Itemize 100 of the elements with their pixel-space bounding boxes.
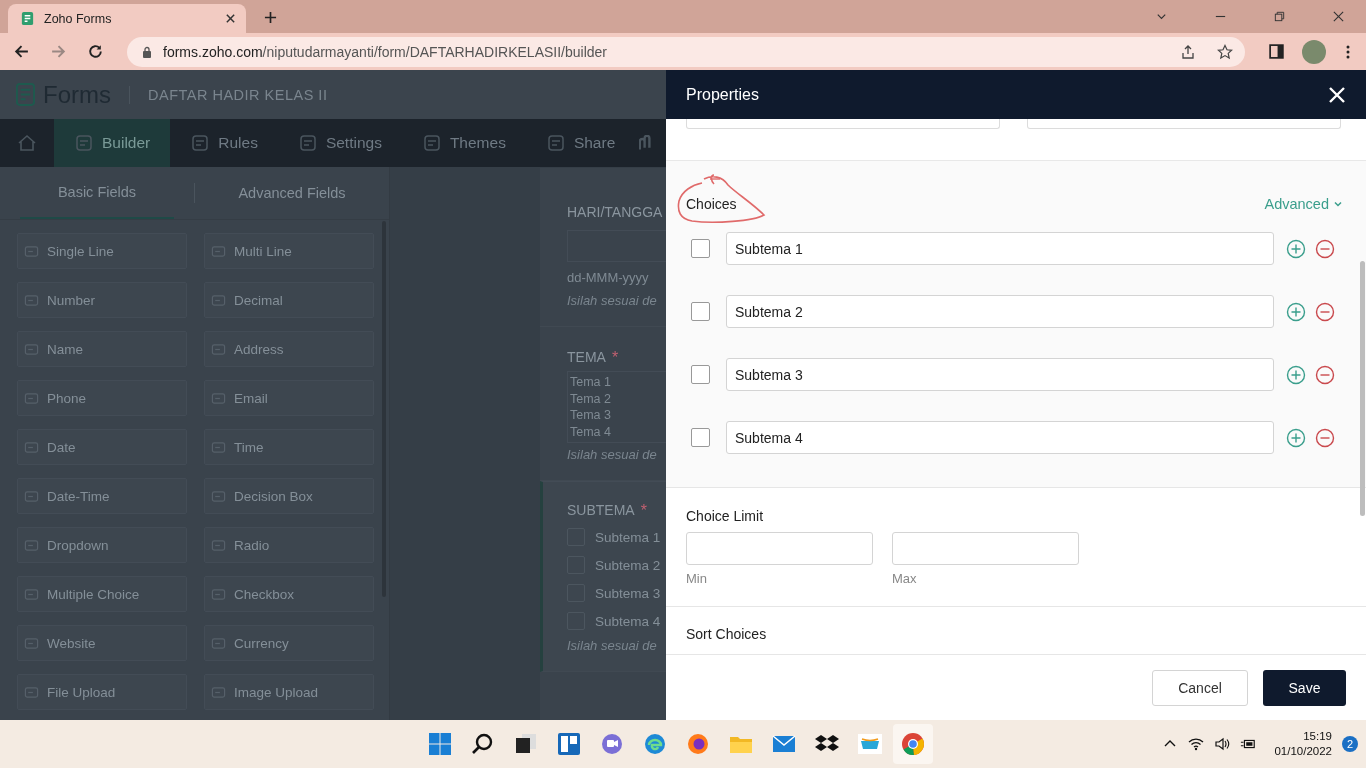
speaker-icon[interactable] xyxy=(1214,737,1231,751)
field-type-icon xyxy=(24,243,39,259)
field-type-icon xyxy=(24,684,39,700)
checkbox[interactable] xyxy=(691,302,710,321)
remove-icon[interactable] xyxy=(1315,238,1335,259)
chat-icon[interactable] xyxy=(600,732,624,756)
choice-input[interactable]: Subtema 2 xyxy=(726,295,1274,328)
option-label: Subtema 3 xyxy=(595,585,661,601)
field-type-button[interactable]: Date-Time xyxy=(17,478,187,514)
field-type-button[interactable]: Email xyxy=(204,380,374,416)
nav-tab[interactable]: Rules xyxy=(170,119,278,167)
more-icon[interactable] xyxy=(1346,43,1350,60)
browser-icon[interactable] xyxy=(643,732,667,756)
star-icon[interactable] xyxy=(1217,43,1233,60)
field-hint: Isilah sesuai de xyxy=(567,638,658,653)
reload-icon[interactable] xyxy=(87,43,104,60)
choice-input[interactable]: Subtema 3 xyxy=(726,358,1274,391)
field-type-button[interactable]: Dropdown xyxy=(17,527,187,563)
field-type-button[interactable]: Address xyxy=(204,331,374,367)
min-input[interactable] xyxy=(686,532,873,565)
max-input[interactable] xyxy=(892,532,1079,565)
option-label: Subtema 1 xyxy=(595,529,661,545)
forward-arrow-icon[interactable] xyxy=(50,43,67,60)
browser-tab[interactable]: Zoho Forms xyxy=(8,4,246,33)
cancel-button[interactable]: Cancel xyxy=(1152,669,1248,706)
nav-tab[interactable]: Share xyxy=(525,119,636,167)
restore-icon[interactable] xyxy=(1273,10,1286,23)
field-type-button[interactable]: Checkbox xyxy=(204,576,374,612)
required-asterisk: * xyxy=(640,502,647,520)
field-hint: Isilah sesuai de xyxy=(567,293,658,308)
field-type-button[interactable]: Single Line xyxy=(17,233,187,269)
field-type-button[interactable]: Name xyxy=(17,331,187,367)
field-type-icon xyxy=(211,243,226,259)
profile-avatar[interactable] xyxy=(1302,39,1326,64)
widgets-icon[interactable] xyxy=(557,732,581,756)
field-type-button[interactable]: Date xyxy=(17,429,187,465)
tab-icon xyxy=(297,133,318,153)
add-icon[interactable] xyxy=(1286,427,1306,448)
save-button[interactable]: Save xyxy=(1263,669,1346,706)
clock[interactable]: 15:19 01/10/2022 xyxy=(1274,729,1332,759)
side-panel-icon[interactable] xyxy=(1268,43,1285,60)
field-type-button[interactable]: Radio xyxy=(204,527,374,563)
field-type-button[interactable]: File Upload xyxy=(17,674,187,710)
field-type-button[interactable]: Number xyxy=(17,282,187,318)
windows-start-icon[interactable] xyxy=(428,732,452,756)
remove-icon[interactable] xyxy=(1315,301,1335,322)
fields-tab[interactable]: Basic Fields xyxy=(20,167,174,219)
new-tab-icon[interactable] xyxy=(264,11,277,24)
field-type-icon xyxy=(211,586,226,602)
field-type-button[interactable]: Website xyxy=(17,625,187,661)
checkbox[interactable] xyxy=(691,365,710,384)
add-icon[interactable] xyxy=(1286,238,1306,259)
selected-form-field[interactable]: SUBTEMA * Subtema 1 Subtema 2 Subtema 3 Subtema 4 Isilah sesuai de xyxy=(540,481,666,672)
input-field[interactable] xyxy=(1027,119,1341,129)
scrollbar-thumb[interactable] xyxy=(1360,261,1365,516)
field-type-button[interactable]: Currency xyxy=(204,625,374,661)
choice-input[interactable]: Subtema 1 xyxy=(726,232,1274,265)
field-type-button[interactable]: Time xyxy=(204,429,374,465)
back-arrow-icon[interactable] xyxy=(13,43,30,60)
input-field[interactable] xyxy=(686,119,1000,129)
choice-input[interactable]: Subtema 4 xyxy=(726,421,1274,454)
add-icon[interactable] xyxy=(1286,301,1306,322)
field-type-icon xyxy=(24,341,39,357)
battery-icon[interactable] xyxy=(1240,737,1257,751)
remove-icon[interactable] xyxy=(1315,364,1335,385)
fox-browser-icon[interactable] xyxy=(686,732,710,756)
search-icon[interactable] xyxy=(471,732,495,756)
tab-icon xyxy=(74,133,94,153)
add-icon[interactable] xyxy=(1286,364,1306,385)
url-text: forms.zoho.com/niputudarmayanti/form/DAFTARHADIRKELASII/builder xyxy=(163,43,607,60)
field-type-icon xyxy=(211,684,226,700)
field-type-icon xyxy=(211,341,226,357)
remove-icon[interactable] xyxy=(1315,427,1335,448)
nav-tab[interactable]: Builder xyxy=(54,119,171,167)
field-type-button[interactable]: Multiple Choice xyxy=(17,576,187,612)
fields-tab[interactable]: Advanced Fields xyxy=(215,167,369,219)
list-option: Tema 4 xyxy=(570,423,664,440)
field-hint: Isilah sesuai de xyxy=(567,447,658,462)
lock-icon xyxy=(142,45,152,58)
field-type-button[interactable]: Decimal xyxy=(204,282,374,318)
checkbox[interactable] xyxy=(691,428,710,447)
close-icon[interactable] xyxy=(225,13,236,24)
section-label: Choice Limit xyxy=(686,508,765,524)
nav-tab[interactable]: Settings xyxy=(277,119,402,167)
taskbar-button[interactable] xyxy=(893,724,933,764)
list-option: Tema 1 xyxy=(570,374,664,391)
field-type-button[interactable]: Decision Box xyxy=(204,478,374,514)
field-type-button[interactable]: Multi Line xyxy=(204,233,374,269)
share-icon[interactable] xyxy=(1180,43,1196,60)
address-bar[interactable]: forms.zoho.com/niputudarmayanti/form/DAFTARHADIRKELASII/builder xyxy=(127,36,1245,67)
field-type-button[interactable]: Phone xyxy=(17,380,187,416)
field-type-button[interactable]: Image Upload xyxy=(204,674,374,710)
shopping-cart-icon[interactable] xyxy=(858,732,882,756)
nav-tab[interactable]: Themes xyxy=(401,119,526,167)
input-caption: Max xyxy=(892,571,918,586)
checkbox[interactable] xyxy=(691,239,710,258)
notification-badge[interactable]: 2 xyxy=(1342,736,1358,752)
advanced-link[interactable]: Advanced xyxy=(1264,184,1343,212)
date-text: 01/10/2022 xyxy=(1274,744,1332,759)
wifi-icon[interactable] xyxy=(1188,737,1205,751)
